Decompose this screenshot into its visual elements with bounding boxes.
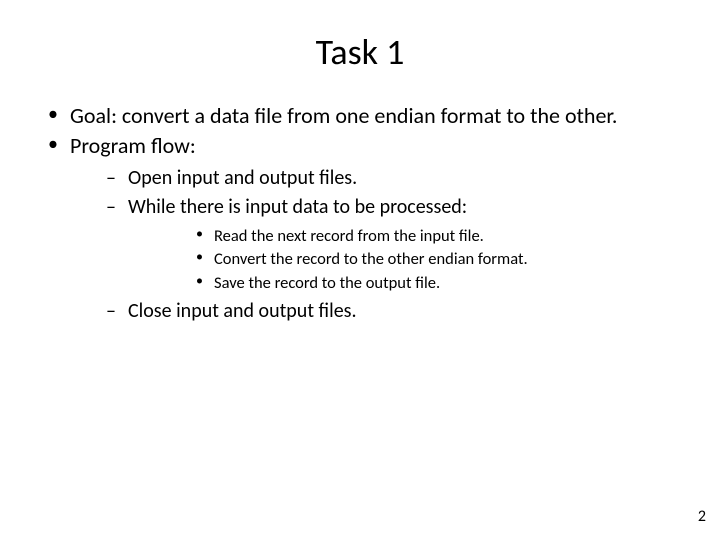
- list-item: Read the next record from the input file…: [128, 225, 680, 247]
- list-item: Goal: convert a data file from one endia…: [40, 102, 680, 130]
- bullet-list-level2: Open input and output files. While there…: [70, 165, 680, 325]
- list-item-text: While there is input data to be processe…: [128, 195, 467, 219]
- list-item: Program flow: Open input and output file…: [40, 132, 680, 325]
- list-item: Convert the record to the other endian f…: [128, 248, 680, 270]
- slide-title: Task 1: [40, 30, 680, 74]
- page-number: 2: [698, 507, 706, 526]
- list-item: Save the record to the output file.: [128, 272, 680, 294]
- list-item: Close input and output files.: [70, 298, 680, 325]
- bullet-list-level3: Read the next record from the input file…: [128, 225, 680, 294]
- list-item-text: Program flow:: [70, 132, 196, 159]
- list-item: While there is input data to be processe…: [70, 194, 680, 294]
- list-item: Open input and output files.: [70, 165, 680, 192]
- bullet-list-level1: Goal: convert a data file from one endia…: [40, 102, 680, 325]
